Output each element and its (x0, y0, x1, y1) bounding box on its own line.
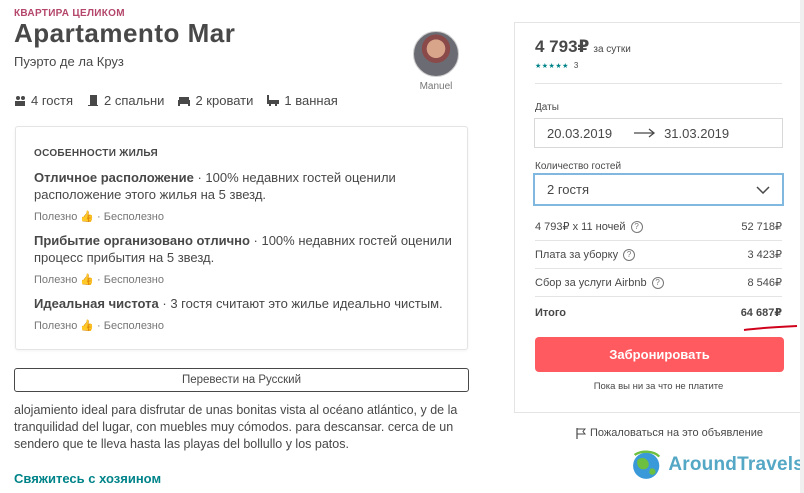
thumbs-up-icon[interactable]: 👍 (80, 210, 94, 223)
spec-guests-label: 4 гостя (31, 93, 74, 108)
total-row: Итого 64 687₽ (535, 306, 782, 320)
vote-useless[interactable]: · Бесполезно (97, 320, 164, 332)
guests-value: 2 гостя (547, 182, 590, 197)
date-range-picker: 20.03.2019 31.03.2019 (534, 118, 783, 148)
rating-stars-icon: ★★★★★ (535, 62, 569, 70)
highlights-card: ОСОБЕННОСТИ ЖИЛЬЯ Отличное расположение … (15, 126, 468, 350)
contact-host-link[interactable]: Свяжитесь с хозяином (14, 471, 161, 486)
thumbs-up-icon[interactable]: 👍 (80, 319, 94, 332)
host-profile[interactable]: Manuel (413, 31, 459, 92)
vote-useless[interactable]: · Бесполезно (97, 211, 164, 223)
review-count: 3 (573, 61, 579, 70)
price-row: Сбор за услуги Airbnb? 8 546₽ (535, 276, 782, 289)
thumbs-up-icon[interactable]: 👍 (80, 273, 94, 286)
info-icon[interactable]: ? (630, 220, 643, 233)
divider (535, 83, 782, 84)
book-button[interactable]: Забронировать (535, 337, 784, 372)
price-row-label: Плата за уборку (535, 248, 619, 261)
door-icon (88, 95, 99, 106)
translate-button[interactable]: Перевести на Русский (14, 368, 469, 392)
highlights-heading: ОСОБЕННОСТИ ЖИЛЬЯ (34, 148, 158, 159)
price-row-value: 8 546₽ (747, 277, 782, 289)
arrow-right-icon (634, 128, 656, 138)
listing-title: Apartamento Mar (14, 18, 236, 48)
spec-baths-label: 1 ванная (284, 93, 338, 108)
vote-useful[interactable]: Полезно (34, 274, 77, 286)
price-row: 4 793₽ x 11 ночей? 52 718₽ (535, 220, 782, 233)
bath-icon (267, 95, 280, 106)
price-row-value: 3 423₽ (747, 249, 782, 261)
vote-useful[interactable]: Полезно (34, 320, 77, 332)
host-name[interactable]: Manuel (413, 81, 459, 92)
price-value: 4 793₽ (535, 37, 590, 56)
divider (535, 240, 782, 241)
check-in-date[interactable]: 20.03.2019 (547, 126, 612, 141)
highlight-item: Отличное расположение · 100% недавних го… (34, 169, 454, 203)
watermark-text: AroundTravels (668, 453, 804, 475)
vote-useful[interactable]: Полезно (34, 211, 77, 223)
spec-guests: 4 гостя (14, 93, 73, 108)
highlight-title: Прибытие организовано отлично (34, 233, 250, 248)
highlight-item: Прибытие организовано отлично · 100% нед… (34, 232, 454, 266)
rating[interactable]: ★★★★★ 3 (535, 61, 578, 70)
no-charge-note: Пока вы ни за что не платите (593, 381, 724, 392)
chevron-down-icon (756, 185, 770, 194)
highlight-vote: Полезно 👍 · Бесполезно (34, 273, 164, 287)
price-row-label: 4 793₽ x 11 ночей (535, 221, 626, 233)
check-out-date[interactable]: 31.03.2019 (664, 126, 729, 141)
highlight-text: · 3 гостя считают это жилье идеально чис… (158, 296, 443, 311)
total-value: 64 687₽ (740, 307, 782, 319)
guests-select[interactable]: 2 гостя (533, 173, 784, 206)
vote-useless[interactable]: · Бесполезно (97, 274, 164, 286)
host-avatar[interactable] (413, 31, 459, 77)
highlight-item: Идеальная чистота · 3 гостя считают это … (34, 295, 454, 312)
flag-icon (576, 427, 586, 439)
spec-bedrooms-label: 2 спальни (104, 93, 165, 108)
price-row: Плата за уборку? 3 423₽ (535, 248, 782, 261)
price-row-label: Сбор за услуги Airbnb (535, 276, 647, 289)
listing-specs: 4 гостя 2 спальни 2 кровати 1 ванная (14, 93, 338, 108)
spec-bedrooms: 2 спальни (87, 93, 164, 108)
booking-panel: 4 793₽ за сутки ★★★★★ 3 Даты 20.03.2019 … (514, 22, 801, 413)
price-unit: за сутки (593, 44, 631, 55)
aroundtravels-watermark: AroundTravels (622, 436, 804, 493)
highlight-title: Идеальная чистота (34, 296, 159, 311)
dates-label: Даты (535, 102, 559, 113)
divider (535, 296, 782, 297)
info-icon[interactable]: ? (651, 276, 664, 289)
red-underline-annotation (743, 325, 798, 331)
globe-logo-icon (633, 450, 661, 479)
page-edge (800, 0, 804, 493)
nightly-price: 4 793₽ за сутки (535, 37, 631, 57)
price-row-value: 52 718₽ (741, 221, 782, 233)
highlight-vote: Полезно 👍 · Бесполезно (34, 210, 164, 224)
bed-icon (178, 97, 191, 106)
highlight-vote: Полезно 👍 · Бесполезно (34, 319, 164, 333)
listing-location: Пуэрто де ла Круз (14, 54, 124, 69)
info-icon[interactable]: ? (623, 248, 636, 261)
total-label: Итого (535, 306, 567, 319)
spec-beds: 2 кровати (178, 93, 253, 108)
spec-beds-label: 2 кровати (195, 93, 254, 108)
divider (535, 268, 782, 269)
highlight-title: Отличное расположение (34, 170, 194, 185)
listing-description: alojamiento ideal para disfrutar de unas… (14, 403, 458, 451)
guests-label: Количество гостей (535, 161, 622, 172)
guests-icon (15, 96, 25, 106)
spec-baths: 1 ванная (267, 93, 338, 108)
